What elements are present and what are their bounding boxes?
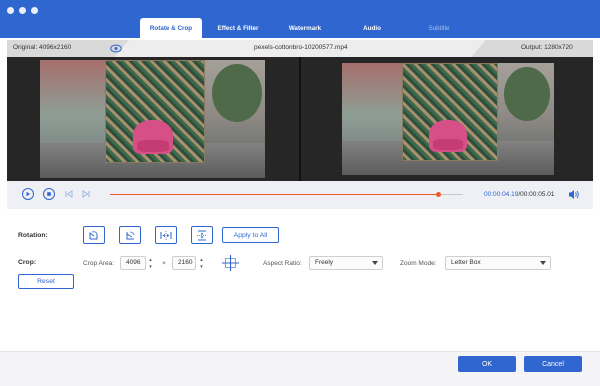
crosshair-icon[interactable]: [221, 254, 240, 272]
stop-button[interactable]: [43, 188, 55, 200]
current-time: 00:00:04.19: [484, 191, 519, 198]
tab-bar: Rotate & Crop Effect & Filter Watermark …: [140, 18, 475, 38]
rotation-label: Rotation:: [18, 232, 48, 239]
editor-window: Rotate & Crop Effect & Filter Watermark …: [0, 0, 600, 386]
rotate-left-button[interactable]: [83, 226, 105, 244]
file-name: pexels-cottonbro-10200577.mp4: [254, 44, 348, 51]
tab-subtitle[interactable]: Subtitle: [408, 18, 470, 38]
rotate-left-icon: [89, 230, 98, 239]
cancel-button[interactable]: Cancel: [524, 356, 582, 372]
title-bar: Rotate & Crop Effect & Filter Watermark …: [0, 0, 600, 38]
total-time: /00:00:05.01: [518, 191, 555, 198]
aspect-ratio-label: Aspect Ratio:: [263, 260, 302, 267]
times-sign: ×: [162, 260, 166, 267]
crop-area-label: Crop Area:: [83, 260, 115, 267]
play-icon: [26, 191, 30, 197]
playback-controls: 00:00:04.19/00:00:05.01: [7, 181, 593, 209]
crop-width-stepper[interactable]: ▲ ▼: [147, 256, 154, 270]
tab-rotate-crop[interactable]: Rotate & Crop: [140, 18, 202, 38]
original-preview-pane[interactable]: [7, 57, 299, 181]
progress-track[interactable]: [110, 191, 463, 197]
crop-width-input[interactable]: 4096: [120, 256, 146, 270]
aspect-ratio-value: Freely: [315, 259, 334, 266]
tab-effect-filter[interactable]: Effect & Filter: [207, 18, 269, 38]
crop-height-input[interactable]: 2160: [172, 256, 196, 270]
zoom-window-button[interactable]: [31, 7, 38, 14]
reset-button[interactable]: Reset: [18, 274, 74, 289]
info-bar: Original: 4096x2160 pexels-cottonbro-102…: [7, 40, 593, 57]
zoom-mode-label: Zoom Mode:: [400, 260, 437, 267]
tab-watermark[interactable]: Watermark: [274, 18, 336, 38]
rotate-right-button[interactable]: [119, 226, 141, 244]
zoom-mode-select[interactable]: Letter Box: [445, 256, 551, 270]
close-window-button[interactable]: [7, 7, 14, 14]
output-video-frame: [342, 63, 554, 175]
output-preview-pane: [301, 57, 593, 181]
chevron-down-icon: [372, 261, 378, 265]
volume-icon[interactable]: [568, 189, 580, 200]
preview-area: [7, 57, 593, 181]
progress-fill: [110, 193, 439, 195]
aspect-ratio-select[interactable]: Freely: [309, 256, 383, 270]
original-resolution: Original: 4096x2160: [13, 44, 72, 51]
eye-icon[interactable]: [110, 44, 122, 53]
progress-thumb[interactable]: [435, 191, 441, 197]
output-resolution: Output: 1280x720: [521, 44, 573, 51]
original-video-frame: [40, 60, 265, 178]
stop-icon: [47, 192, 51, 196]
crop-height-stepper[interactable]: ▲ ▼: [198, 256, 205, 270]
flip-horizontal-icon: [160, 230, 172, 240]
zoom-mode-value: Letter Box: [451, 259, 481, 266]
flip-vertical-icon: [197, 230, 207, 240]
crop-label: Crop:: [18, 259, 37, 266]
time-display: 00:00:04.19/00:00:05.01: [484, 191, 555, 198]
apply-to-all-button[interactable]: Apply to All: [222, 227, 279, 243]
ok-button[interactable]: OK: [458, 356, 516, 372]
minimize-window-button[interactable]: [19, 7, 26, 14]
skip-back-icon[interactable]: [65, 190, 73, 198]
play-button[interactable]: [22, 188, 34, 200]
rotate-right-icon: [126, 231, 135, 239]
skip-forward-icon[interactable]: [82, 190, 90, 198]
flip-horizontal-button[interactable]: [155, 226, 177, 244]
chevron-down-icon: [540, 261, 546, 265]
flip-vertical-button[interactable]: [191, 226, 213, 244]
tab-audio[interactable]: Audio: [341, 18, 403, 38]
